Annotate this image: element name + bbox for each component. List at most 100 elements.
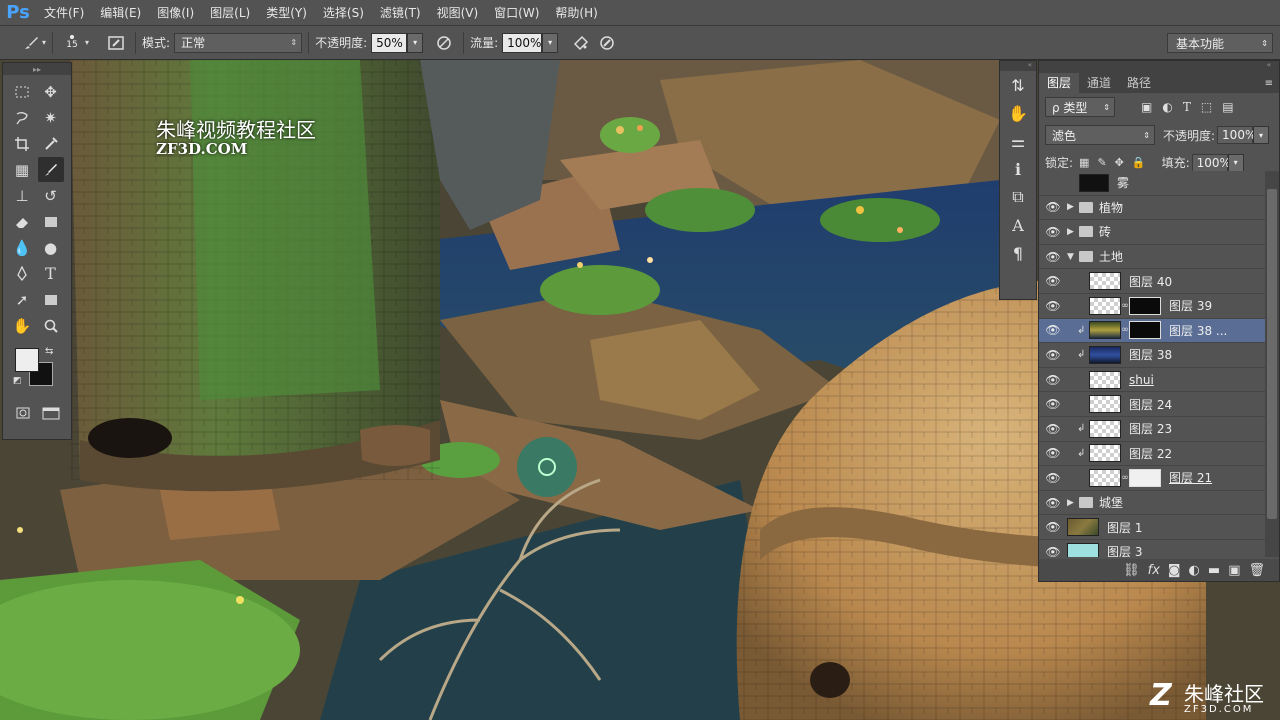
layer-row-38[interactable]: 👁 ↲ 图层 38 bbox=[1039, 343, 1265, 368]
menu-help[interactable]: 帮助(H) bbox=[547, 0, 605, 26]
visibility-icon[interactable]: 👁 bbox=[1039, 446, 1067, 460]
path-selection-tool-icon[interactable]: ➚ bbox=[9, 287, 35, 312]
trash-icon[interactable]: 🗑 bbox=[1248, 563, 1265, 578]
visibility-icon[interactable]: 👁 bbox=[1039, 545, 1067, 557]
dodge-tool-icon[interactable]: ● bbox=[38, 235, 64, 260]
expand-arrow-icon[interactable]: ▶ bbox=[1067, 498, 1079, 508]
collapse-icon[interactable]: « bbox=[1000, 61, 1036, 71]
folder-icon[interactable]: ▬ bbox=[1208, 563, 1220, 578]
link-icon[interactable]: ∞ bbox=[1121, 473, 1129, 483]
expand-arrow-icon[interactable]: ▶ bbox=[1067, 202, 1079, 212]
tab-paths[interactable]: 路径 bbox=[1119, 73, 1159, 93]
default-colors-icon[interactable]: ◩ bbox=[13, 376, 22, 386]
layer-filter-select[interactable]: ρ 类型 ⇕ bbox=[1045, 97, 1115, 117]
link-icon[interactable]: ∞ bbox=[1121, 325, 1129, 335]
menu-type[interactable]: 类型(Y) bbox=[258, 0, 315, 26]
layer-row-3[interactable]: 👁 图层 3 bbox=[1039, 540, 1265, 557]
layer-row-group-land[interactable]: 👁 ▼ 土地 bbox=[1039, 245, 1265, 270]
brush-size-picker[interactable]: 15 bbox=[59, 26, 85, 60]
collapse-icon[interactable]: « bbox=[1039, 61, 1279, 71]
layer-row-24[interactable]: 👁 图层 24 bbox=[1039, 392, 1265, 417]
properties-panel-icon[interactable]: ⧉ bbox=[1000, 183, 1036, 211]
quick-mask-icon[interactable] bbox=[10, 400, 36, 425]
chevron-down-icon[interactable]: ▾ bbox=[85, 38, 95, 47]
layer-row-40[interactable]: 👁 图层 40 bbox=[1039, 269, 1265, 294]
chevron-down-icon[interactable]: ▾ bbox=[42, 38, 46, 47]
move-tool-icon[interactable]: ✥ bbox=[38, 79, 64, 104]
opacity-input[interactable]: 50% bbox=[371, 32, 408, 53]
link-icon[interactable]: ⛓ bbox=[1123, 563, 1140, 578]
panel-menu-icon[interactable]: ≡ bbox=[1259, 78, 1279, 93]
eraser-tool-icon[interactable] bbox=[9, 209, 35, 234]
visibility-off-icon[interactable]: 👁 bbox=[1039, 176, 1067, 190]
shape-filter-icon[interactable]: ⬚ bbox=[1201, 100, 1212, 114]
visibility-icon[interactable]: 👁 bbox=[1039, 471, 1067, 485]
lock-all-icon[interactable]: 🔒 bbox=[1132, 156, 1146, 169]
visibility-icon[interactable]: 👁 bbox=[1039, 520, 1067, 534]
type-filter-icon[interactable]: T bbox=[1183, 100, 1191, 114]
menu-window[interactable]: 窗口(W) bbox=[486, 0, 547, 26]
menu-select[interactable]: 选择(S) bbox=[315, 0, 372, 26]
history-brush-tool-icon[interactable]: ↺ bbox=[38, 183, 64, 208]
tool-presets-icon[interactable]: ✋ bbox=[1000, 99, 1036, 127]
blur-tool-icon[interactable]: 💧 bbox=[9, 235, 35, 260]
paragraph-panel-icon[interactable]: ¶ bbox=[1000, 239, 1036, 267]
visibility-icon[interactable]: 👁 bbox=[1039, 496, 1067, 510]
menu-image[interactable]: 图像(I) bbox=[149, 0, 202, 26]
scrollbar-thumb[interactable] bbox=[1267, 189, 1277, 519]
panel-grip[interactable]: ▸▸ bbox=[3, 63, 71, 75]
layer-mask-thumbnail[interactable] bbox=[1129, 321, 1161, 340]
layer-row-21[interactable]: 👁 ∞ 图层 21 bbox=[1039, 466, 1265, 491]
mask-icon[interactable]: ◙ bbox=[1168, 563, 1181, 578]
type-tool-icon[interactable]: T bbox=[38, 261, 64, 286]
visibility-icon[interactable]: 👁 bbox=[1039, 373, 1067, 387]
lock-transparency-icon[interactable]: ▦ bbox=[1079, 156, 1089, 169]
layer-row-22[interactable]: 👁 ↲ 图层 22 bbox=[1039, 442, 1265, 467]
layer-row-fog[interactable]: 👁 雾 bbox=[1039, 171, 1265, 196]
history-panel-icon[interactable]: ⇅ bbox=[1000, 71, 1036, 99]
brush-panel-toggle-icon[interactable] bbox=[103, 30, 129, 56]
flow-dropdown[interactable]: ▾ bbox=[542, 32, 559, 53]
layer-row-group-bricks[interactable]: 👁 ▶ 砖 bbox=[1039, 220, 1265, 245]
pressure-size-icon[interactable] bbox=[594, 30, 620, 56]
link-icon[interactable]: ∞ bbox=[1121, 301, 1129, 311]
screen-mode-icon[interactable] bbox=[38, 400, 64, 425]
new-layer-icon[interactable]: ▣ bbox=[1228, 563, 1240, 578]
visibility-icon[interactable]: 👁 bbox=[1039, 323, 1067, 337]
layer-opacity-input[interactable]: 100% bbox=[1217, 126, 1256, 144]
swap-colors-icon[interactable]: ⇆ bbox=[45, 346, 53, 357]
blend-mode-select[interactable]: 滤色 ⇕ bbox=[1045, 125, 1155, 145]
pen-tool-icon[interactable] bbox=[9, 261, 35, 286]
character-panel-icon[interactable]: A bbox=[1000, 211, 1036, 239]
hand-tool-icon[interactable]: ✋ bbox=[9, 313, 35, 338]
visibility-icon[interactable]: 👁 bbox=[1039, 225, 1067, 239]
layer-row-39[interactable]: 👁 ∞ 图层 39 bbox=[1039, 294, 1265, 319]
tab-layers[interactable]: 图层 bbox=[1039, 73, 1080, 93]
gradient-tool-icon[interactable] bbox=[38, 209, 64, 234]
layer-mask-thumbnail[interactable] bbox=[1129, 468, 1161, 487]
visibility-icon[interactable]: 👁 bbox=[1039, 397, 1067, 411]
flow-input[interactable]: 100% bbox=[502, 32, 543, 53]
fill-input[interactable]: 100% bbox=[1191, 153, 1231, 172]
adjustments-panel-icon[interactable]: ⚌ bbox=[1000, 127, 1036, 155]
layer-row-23[interactable]: 👁 ↲ 图层 23 bbox=[1039, 417, 1265, 442]
rectangle-tool-icon[interactable] bbox=[38, 287, 64, 312]
adjustment-filter-icon[interactable]: ◐ bbox=[1162, 100, 1172, 114]
lasso-tool-icon[interactable] bbox=[9, 105, 35, 130]
info-panel-icon[interactable]: ℹ bbox=[1000, 155, 1036, 183]
layer-opacity-dropdown[interactable]: ▾ bbox=[1253, 126, 1270, 144]
clone-stamp-tool-icon[interactable]: ⊥ bbox=[9, 183, 35, 208]
menu-layer[interactable]: 图层(L) bbox=[202, 0, 258, 26]
magic-wand-tool-icon[interactable]: ✷ bbox=[38, 105, 64, 130]
healing-brush-tool-icon[interactable]: ▦ bbox=[9, 157, 35, 182]
menu-view[interactable]: 视图(V) bbox=[429, 0, 487, 26]
visibility-icon[interactable]: 👁 bbox=[1039, 422, 1067, 436]
layer-row-group-plants[interactable]: 👁 ▶ 植物 bbox=[1039, 196, 1265, 221]
tab-channels[interactable]: 通道 bbox=[1079, 73, 1119, 93]
expand-arrow-icon[interactable]: ▶ bbox=[1067, 227, 1079, 237]
lock-position-icon[interactable]: ✥ bbox=[1115, 156, 1124, 169]
foreground-color[interactable] bbox=[15, 348, 39, 372]
layer-row-shui[interactable]: 👁 shui bbox=[1039, 368, 1265, 393]
layer-row-1[interactable]: 👁 图层 1 bbox=[1039, 515, 1265, 540]
fill-dropdown[interactable]: ▾ bbox=[1227, 153, 1244, 172]
